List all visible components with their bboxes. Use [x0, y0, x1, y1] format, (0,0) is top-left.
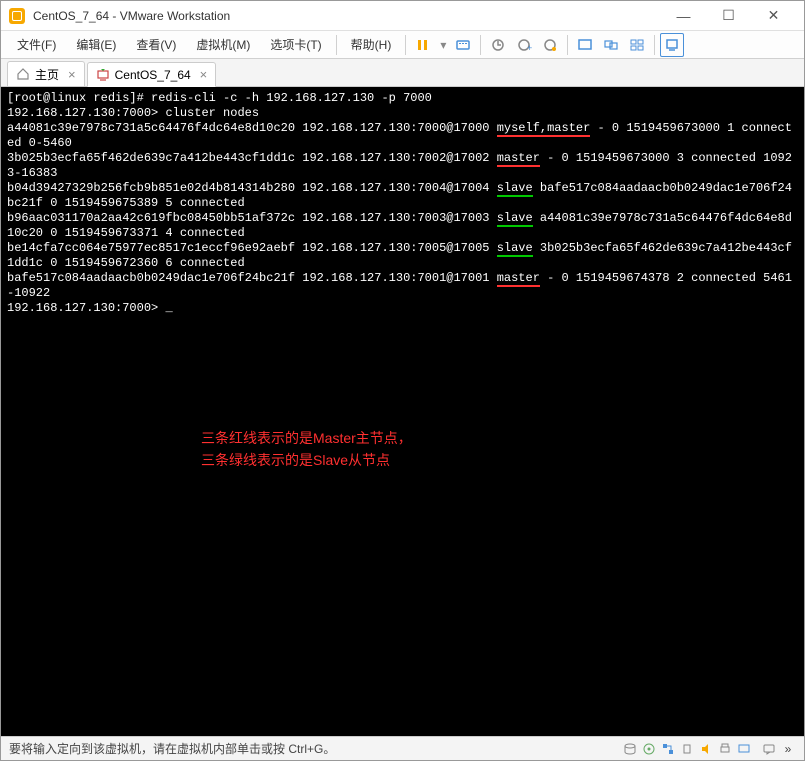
separator: [405, 35, 406, 55]
tab-home[interactable]: 主页 ×: [7, 61, 85, 86]
snapshot-manage-button[interactable]: [538, 33, 562, 57]
separator: [336, 35, 337, 55]
terminal-output: bafe517c084aadaacb0b0249dac1e706f24bc21f…: [7, 271, 497, 285]
vm-icon: [96, 68, 110, 82]
unity-button[interactable]: [599, 33, 623, 57]
tab-vm-label: CentOS_7_64: [115, 68, 191, 82]
status-icons: »: [622, 741, 796, 757]
terminal-output: a44081c39e7978c731a5c64476f4dc64e8d10c20…: [7, 121, 497, 135]
terminal-output: 3b025b3ecfa65f462de639c7a412be443cf1dd1c…: [7, 151, 497, 165]
menu-tabs[interactable]: 选项卡(T): [260, 32, 331, 57]
role-master: myself,master: [497, 121, 591, 137]
role-master: master: [497, 271, 540, 287]
annotation-text: 三条红线表示的是Master主节点，三条绿线表示的是Slave从节点: [201, 427, 412, 472]
role-slave: slave: [497, 211, 533, 227]
terminal[interactable]: [root@linux redis]# redis-cli -c -h 192.…: [1, 87, 804, 736]
pause-dropdown[interactable]: ▾: [437, 33, 449, 57]
usb-icon[interactable]: [679, 741, 695, 757]
terminal-output: be14cfa7cc064e75977ec8517c1eccf96e92aebf…: [7, 241, 497, 255]
tab-home-label: 主页: [35, 66, 59, 83]
terminal-prompt: 192.168.127.130:7000>: [7, 301, 165, 315]
thumbnail-button[interactable]: [625, 33, 649, 57]
terminal-output: b04d39427329b256fcb9b851e02d4b814314b280…: [7, 181, 497, 195]
menu-vm[interactable]: 虚拟机(M): [186, 32, 260, 57]
separator: [567, 35, 568, 55]
tab-vm[interactable]: CentOS_7_64 ×: [87, 62, 217, 87]
separator: [654, 35, 655, 55]
minimize-button[interactable]: —: [661, 1, 706, 31]
role-master: master: [497, 151, 540, 167]
tabbar: 主页 × CentOS_7_64 ×: [1, 59, 804, 87]
tab-close-icon[interactable]: ×: [200, 67, 208, 82]
fullscreen-button[interactable]: [573, 33, 597, 57]
menubar: 文件(F) 编辑(E) 查看(V) 虚拟机(M) 选项卡(T) 帮助(H) ▾ …: [1, 31, 804, 59]
display-icon[interactable]: [736, 741, 752, 757]
statusbar: 要将输入定向到该虚拟机，请在虚拟机内部单击或按 Ctrl+G。 »: [1, 736, 804, 760]
maximize-button[interactable]: ☐: [706, 1, 751, 31]
pause-button[interactable]: [411, 33, 435, 57]
home-icon: [16, 67, 30, 81]
message-icon[interactable]: [761, 741, 777, 757]
separator: [480, 35, 481, 55]
menu-help[interactable]: 帮助(H): [341, 32, 402, 57]
snapshot-take-button[interactable]: +: [512, 33, 536, 57]
cd-icon[interactable]: [641, 741, 657, 757]
titlebar: CentOS_7_64 - VMware Workstation — ☐ ✕: [1, 1, 804, 31]
send-ctrlaltdel-button[interactable]: [451, 33, 475, 57]
cursor: _: [165, 301, 172, 315]
role-slave: slave: [497, 181, 533, 197]
terminal-command: cluster nodes: [165, 106, 259, 120]
menu-edit[interactable]: 编辑(E): [66, 32, 126, 57]
snapshot-button[interactable]: [486, 33, 510, 57]
window-title: CentOS_7_64 - VMware Workstation: [33, 9, 661, 23]
role-slave: slave: [497, 241, 533, 257]
status-text: 要将输入定向到该虚拟机，请在虚拟机内部单击或按 Ctrl+G。: [9, 740, 335, 757]
console-view-button[interactable]: [660, 33, 684, 57]
close-button[interactable]: ✕: [751, 1, 796, 31]
network-icon[interactable]: [660, 741, 676, 757]
sound-icon[interactable]: [698, 741, 714, 757]
menu-view[interactable]: 查看(V): [126, 32, 186, 57]
disk-icon[interactable]: [622, 741, 638, 757]
printer-icon[interactable]: [717, 741, 733, 757]
terminal-line: [root@linux redis]# redis-cli -c -h 192.…: [7, 91, 432, 105]
chevron-icon[interactable]: »: [780, 741, 796, 757]
svg-text:+: +: [527, 43, 532, 53]
menu-file[interactable]: 文件(F): [7, 32, 66, 57]
tab-close-icon[interactable]: ×: [68, 67, 76, 82]
terminal-output: b96aac031170a2aa42c619fbc08450bb51af372c…: [7, 211, 497, 225]
vmware-icon: [9, 8, 25, 24]
terminal-prompt: 192.168.127.130:7000>: [7, 106, 165, 120]
